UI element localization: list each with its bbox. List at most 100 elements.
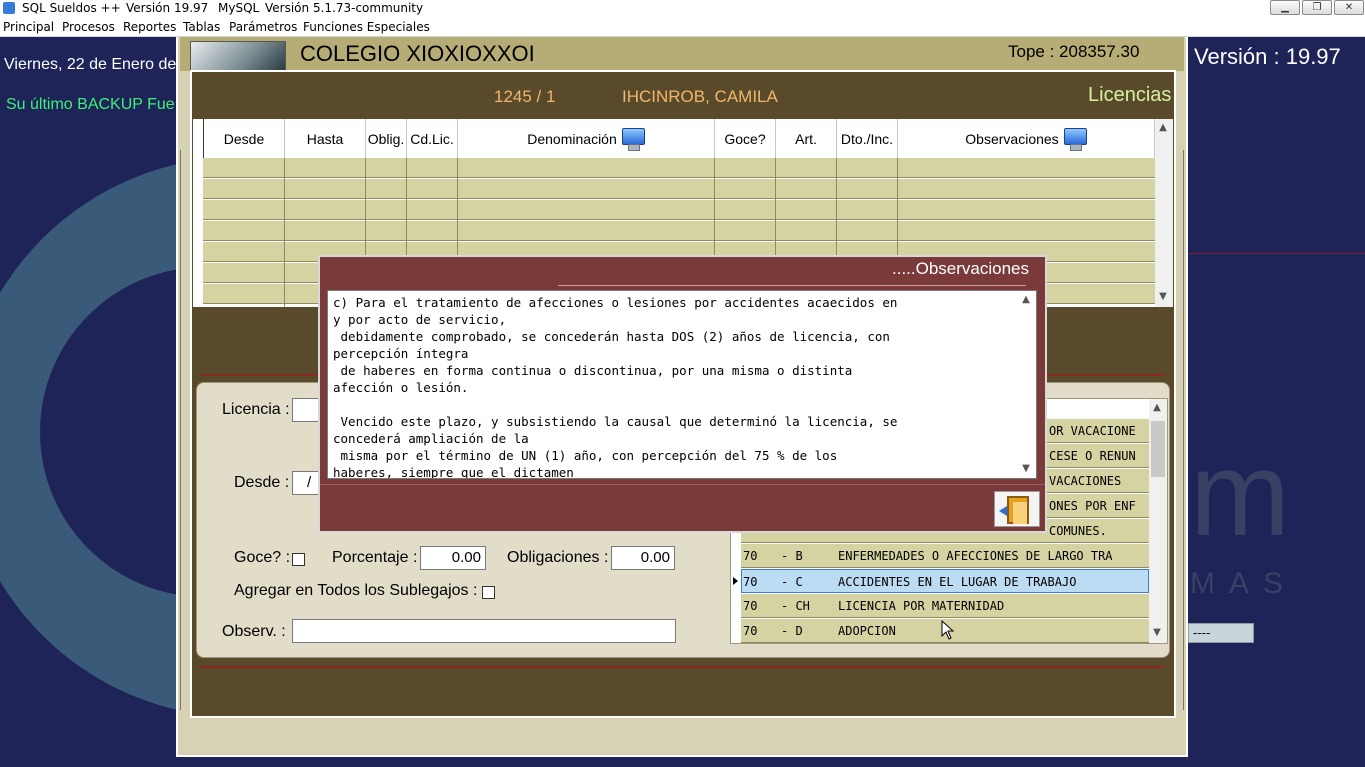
agregar-sublegajos-label: Agregar en Todos los Sublegajos :: [234, 582, 478, 599]
observaciones-text: c) Para el tratamiento de afecciones o l…: [333, 295, 898, 479]
backup-info: Su último BACKUP Fue e: [6, 96, 189, 113]
column-dto-inc[interactable]: Dto./Inc.: [837, 119, 898, 158]
mouse-cursor-icon: [941, 620, 955, 640]
dialog-divider: [558, 285, 1026, 286]
code-letter: - CH: [781, 599, 810, 613]
menu-parametros[interactable]: Parámetros: [229, 20, 297, 34]
column-goce[interactable]: Goce?: [715, 119, 776, 158]
code-number: 70: [743, 624, 758, 638]
desktop-red-line: [1188, 253, 1365, 254]
table-row[interactable]: [203, 179, 1155, 199]
table-row[interactable]: [203, 200, 1155, 220]
desde-label: Desde :: [234, 474, 290, 491]
list-item[interactable]: 70 - CH LICENCIA POR MATERNIDAD: [741, 594, 1149, 618]
code-description: ONES POR ENF: [1049, 499, 1136, 513]
list-item-selected[interactable]: 70 - C ACCIDENTES EN EL LUGAR DE TRABAJO: [741, 569, 1149, 593]
code-description: VACACIONES: [1049, 474, 1122, 488]
main-side-rail-left: [180, 150, 188, 710]
computer-icon[interactable]: [1063, 127, 1087, 151]
column-dto-inc-label: Dto./Inc.: [840, 130, 894, 147]
column-goce-label: Goce?: [724, 130, 766, 147]
code-letter: - B: [781, 549, 803, 563]
menu-funciones-especiales[interactable]: Funciones Especiales: [303, 20, 430, 34]
licencias-title: Licencias: [1088, 84, 1172, 106]
column-desde-label: Desde: [223, 130, 265, 147]
code-number: 70: [743, 549, 758, 563]
codes-scrollbar[interactable]: ▲ ▼: [1149, 399, 1167, 643]
column-hasta-label: Hasta: [306, 130, 344, 147]
column-observaciones-label: Observaciones: [965, 130, 1059, 147]
observ-input[interactable]: [292, 619, 676, 643]
porcentaje-input[interactable]: 0.00: [420, 546, 486, 570]
scroll-down-icon[interactable]: ▼: [1155, 291, 1171, 302]
employee-number: 1245 / 1: [494, 87, 556, 106]
agregar-sublegajos-checkbox[interactable]: [482, 586, 495, 599]
column-desde[interactable]: Desde: [204, 119, 285, 158]
school-logo: [190, 41, 286, 71]
code-description: LICENCIA POR MATERNIDAD: [838, 599, 1005, 613]
exit-button[interactable]: [994, 491, 1040, 527]
column-cdlic[interactable]: Cd.Lic.: [407, 119, 458, 158]
table-row[interactable]: [203, 221, 1155, 241]
list-item[interactable]: 70 - B ENFERMEDADES O AFECCIONES DE LARGO …: [741, 544, 1149, 568]
column-art[interactable]: Art.: [776, 119, 837, 158]
goce-checkbox[interactable]: [292, 553, 305, 566]
menu-tablas[interactable]: Tablas: [183, 20, 220, 34]
db-name: MySQL: [218, 1, 260, 15]
menu-principal[interactable]: Principal: [3, 20, 54, 34]
scroll-down-icon[interactable]: ▼: [1018, 463, 1034, 474]
column-denominacion-label: Denominación: [527, 130, 617, 147]
observaciones-scrollbar[interactable]: ▲ ▼: [1018, 291, 1036, 478]
current-date: Viernes, 22 de Enero de: [4, 56, 177, 73]
column-art-label: Art.: [795, 130, 817, 147]
desktop-field: ----: [1188, 623, 1254, 643]
app-icon: [3, 2, 15, 14]
code-description: ADOPCION: [838, 624, 896, 638]
licencia-label: Licencia :: [222, 401, 290, 418]
porcentaje-label: Porcentaje :: [332, 549, 418, 566]
restore-button[interactable]: ❐: [1302, 0, 1332, 15]
exit-door-icon: [1007, 496, 1029, 524]
code-number: 70: [743, 599, 758, 613]
title-bar: SQL Sueldos ++ Versión 19.97 MySQL Versi…: [0, 0, 1365, 18]
db-version: Versión 5.1.73-community: [265, 1, 424, 15]
code-description: CESE O RENUN: [1049, 449, 1136, 463]
code-letter: - C: [781, 575, 803, 589]
scroll-up-icon[interactable]: ▲: [1155, 122, 1171, 133]
observ-label: Observ. :: [222, 623, 286, 640]
dialog-separator-line: [320, 484, 1045, 485]
scroll-thumb[interactable]: [1151, 421, 1165, 477]
code-description: ENFERMEDADES O AFECCIONES DE LARGO TRA: [838, 549, 1113, 563]
scroll-up-icon[interactable]: ▲: [1149, 402, 1165, 413]
menu-bar: Principal Procesos Reportes Tablas Parám…: [0, 18, 1365, 37]
code-description: COMUNES.: [1049, 524, 1107, 538]
selected-row-pointer-icon: [733, 577, 738, 585]
column-oblig[interactable]: Oblig.: [366, 119, 407, 158]
background-logo-text: m: [1190, 427, 1290, 561]
observaciones-textarea[interactable]: c) Para el tratamiento de afecciones o l…: [327, 290, 1037, 479]
grid-scrollbar[interactable]: ▲ ▼: [1155, 119, 1173, 307]
exit-arrow-icon: [999, 506, 1007, 516]
code-description: ACCIDENTES EN EL LUGAR DE TRABAJO: [838, 575, 1077, 589]
close-button[interactable]: ✕: [1334, 0, 1364, 15]
table-row[interactable]: [203, 158, 1155, 178]
menu-procesos[interactable]: Procesos: [62, 20, 115, 34]
column-observaciones[interactable]: Observaciones: [898, 119, 1155, 158]
menu-reportes[interactable]: Reportes: [123, 20, 176, 34]
grid-row-header: [193, 119, 204, 158]
minimize-button[interactable]: ▁: [1270, 0, 1300, 15]
main-side-rail-right: [1176, 150, 1184, 710]
obligaciones-input[interactable]: 0.00: [611, 546, 675, 570]
computer-icon[interactable]: [621, 127, 645, 151]
column-hasta[interactable]: Hasta: [285, 119, 366, 158]
observaciones-title: .....Observaciones: [892, 259, 1030, 278]
code-number: 70: [743, 575, 758, 589]
scroll-up-icon[interactable]: ▲: [1018, 294, 1034, 305]
goce-label: Goce? :: [234, 549, 291, 566]
tope-value: Tope : 208357.30: [1008, 42, 1140, 61]
scroll-down-icon[interactable]: ▼: [1149, 627, 1165, 638]
column-oblig-label: Oblig.: [367, 130, 405, 147]
app-name: SQL Sueldos ++: [22, 1, 121, 15]
column-denominacion[interactable]: Denominación: [458, 119, 715, 158]
school-name: COLEGIO XIOXIOXXOI: [300, 41, 535, 66]
